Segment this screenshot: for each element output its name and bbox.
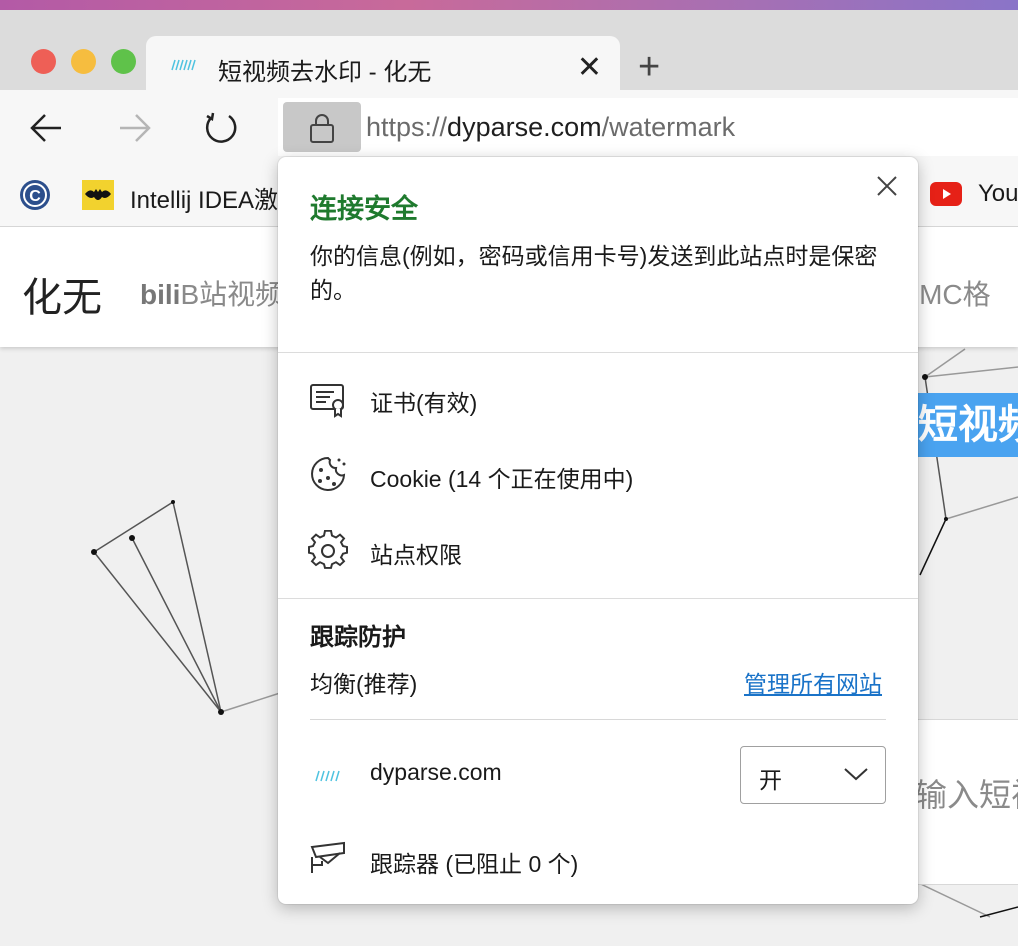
trackers-row[interactable]: 跟踪器 (已阻止 0 个) (308, 837, 888, 881)
manage-all-sites-link[interactable]: 管理所有网站 (744, 665, 882, 699)
bookmark-youtube[interactable]: You (978, 180, 1018, 208)
bilibili-icon: bili (140, 279, 181, 310)
refresh-icon[interactable] (199, 106, 243, 150)
certificate-icon (310, 384, 344, 418)
url-text[interactable]: https://dyparse.com/watermark (366, 112, 735, 143)
cookie-label: Cookie (14 个正在使用中) (370, 466, 634, 492)
lock-icon (310, 114, 334, 143)
divider (278, 598, 918, 599)
site-info-popup: 连接安全 你的信息(例如，密码或信用卡号)发送到此站点时是保密的。 证书(有效)… (278, 157, 918, 904)
c-logo-icon[interactable]: C (18, 178, 52, 212)
new-tab-icon[interactable]: + (638, 46, 660, 89)
desktop-background-strip (0, 0, 1018, 10)
navigation-toolbar: https://dyparse.com/watermark (0, 90, 1018, 162)
popup-close-icon[interactable] (874, 173, 900, 199)
tracking-prevention-mode: 均衡(推荐) (310, 671, 418, 697)
site-info-button[interactable] (283, 102, 361, 152)
maximize-window-button[interactable] (111, 49, 136, 74)
certificate-label: 证书(有效) (370, 390, 478, 416)
connection-secure-description: 你的信息(例如，密码或信用卡号)发送到此站点时是保密的。 (310, 243, 878, 303)
batman-icon[interactable] (82, 180, 114, 210)
site-permissions-label: 站点权限 (370, 542, 462, 568)
tracking-toggle-value: 开 (759, 767, 782, 793)
minimize-window-button[interactable] (71, 49, 96, 74)
address-bar[interactable]: https://dyparse.com/watermark (278, 98, 1018, 156)
tab-title: 短视频去水印 - 化无 (218, 59, 432, 86)
back-icon[interactable] (25, 106, 69, 150)
cookie-icon (311, 456, 346, 491)
trackers-label: 跟踪器 (已阻止 0 个) (370, 851, 579, 877)
page-headline: 短视频 (916, 393, 1018, 457)
chevron-down-icon (844, 768, 868, 781)
tab-bar: 短视频去水印 - 化无 ✕ + (0, 10, 1018, 100)
svg-text:C: C (29, 188, 41, 205)
youtube-icon[interactable] (930, 182, 962, 206)
tab-close-icon[interactable]: ✕ (577, 50, 602, 85)
gear-icon (308, 530, 348, 569)
video-url-input-placeholder: 输入短视 (915, 777, 1018, 813)
divider (278, 352, 918, 353)
tracking-prevention-title: 跟踪防护 (310, 624, 406, 651)
site-favicon-icon (171, 59, 196, 71)
cookie-row[interactable]: Cookie (14 个正在使用中) (308, 452, 888, 496)
forward-icon[interactable] (112, 106, 156, 150)
close-window-button[interactable] (31, 49, 56, 74)
bookmark-intellij[interactable]: Intellij IDEA激 (130, 180, 278, 215)
nav-bilibili-link[interactable]: biliB站视频 (140, 273, 283, 313)
tracking-site-name: dyparse.com (370, 759, 502, 785)
security-camera-icon (310, 841, 345, 873)
connection-secure-title: 连接安全 (310, 194, 418, 224)
divider (310, 719, 886, 720)
site-brand[interactable]: 化无 (22, 265, 102, 323)
site-permissions-row[interactable]: 站点权限 (308, 528, 888, 572)
certificate-row[interactable]: 证书(有效) (308, 376, 888, 420)
tracking-toggle-dropdown[interactable]: 开 (740, 746, 886, 804)
site-favicon-icon (315, 770, 340, 782)
